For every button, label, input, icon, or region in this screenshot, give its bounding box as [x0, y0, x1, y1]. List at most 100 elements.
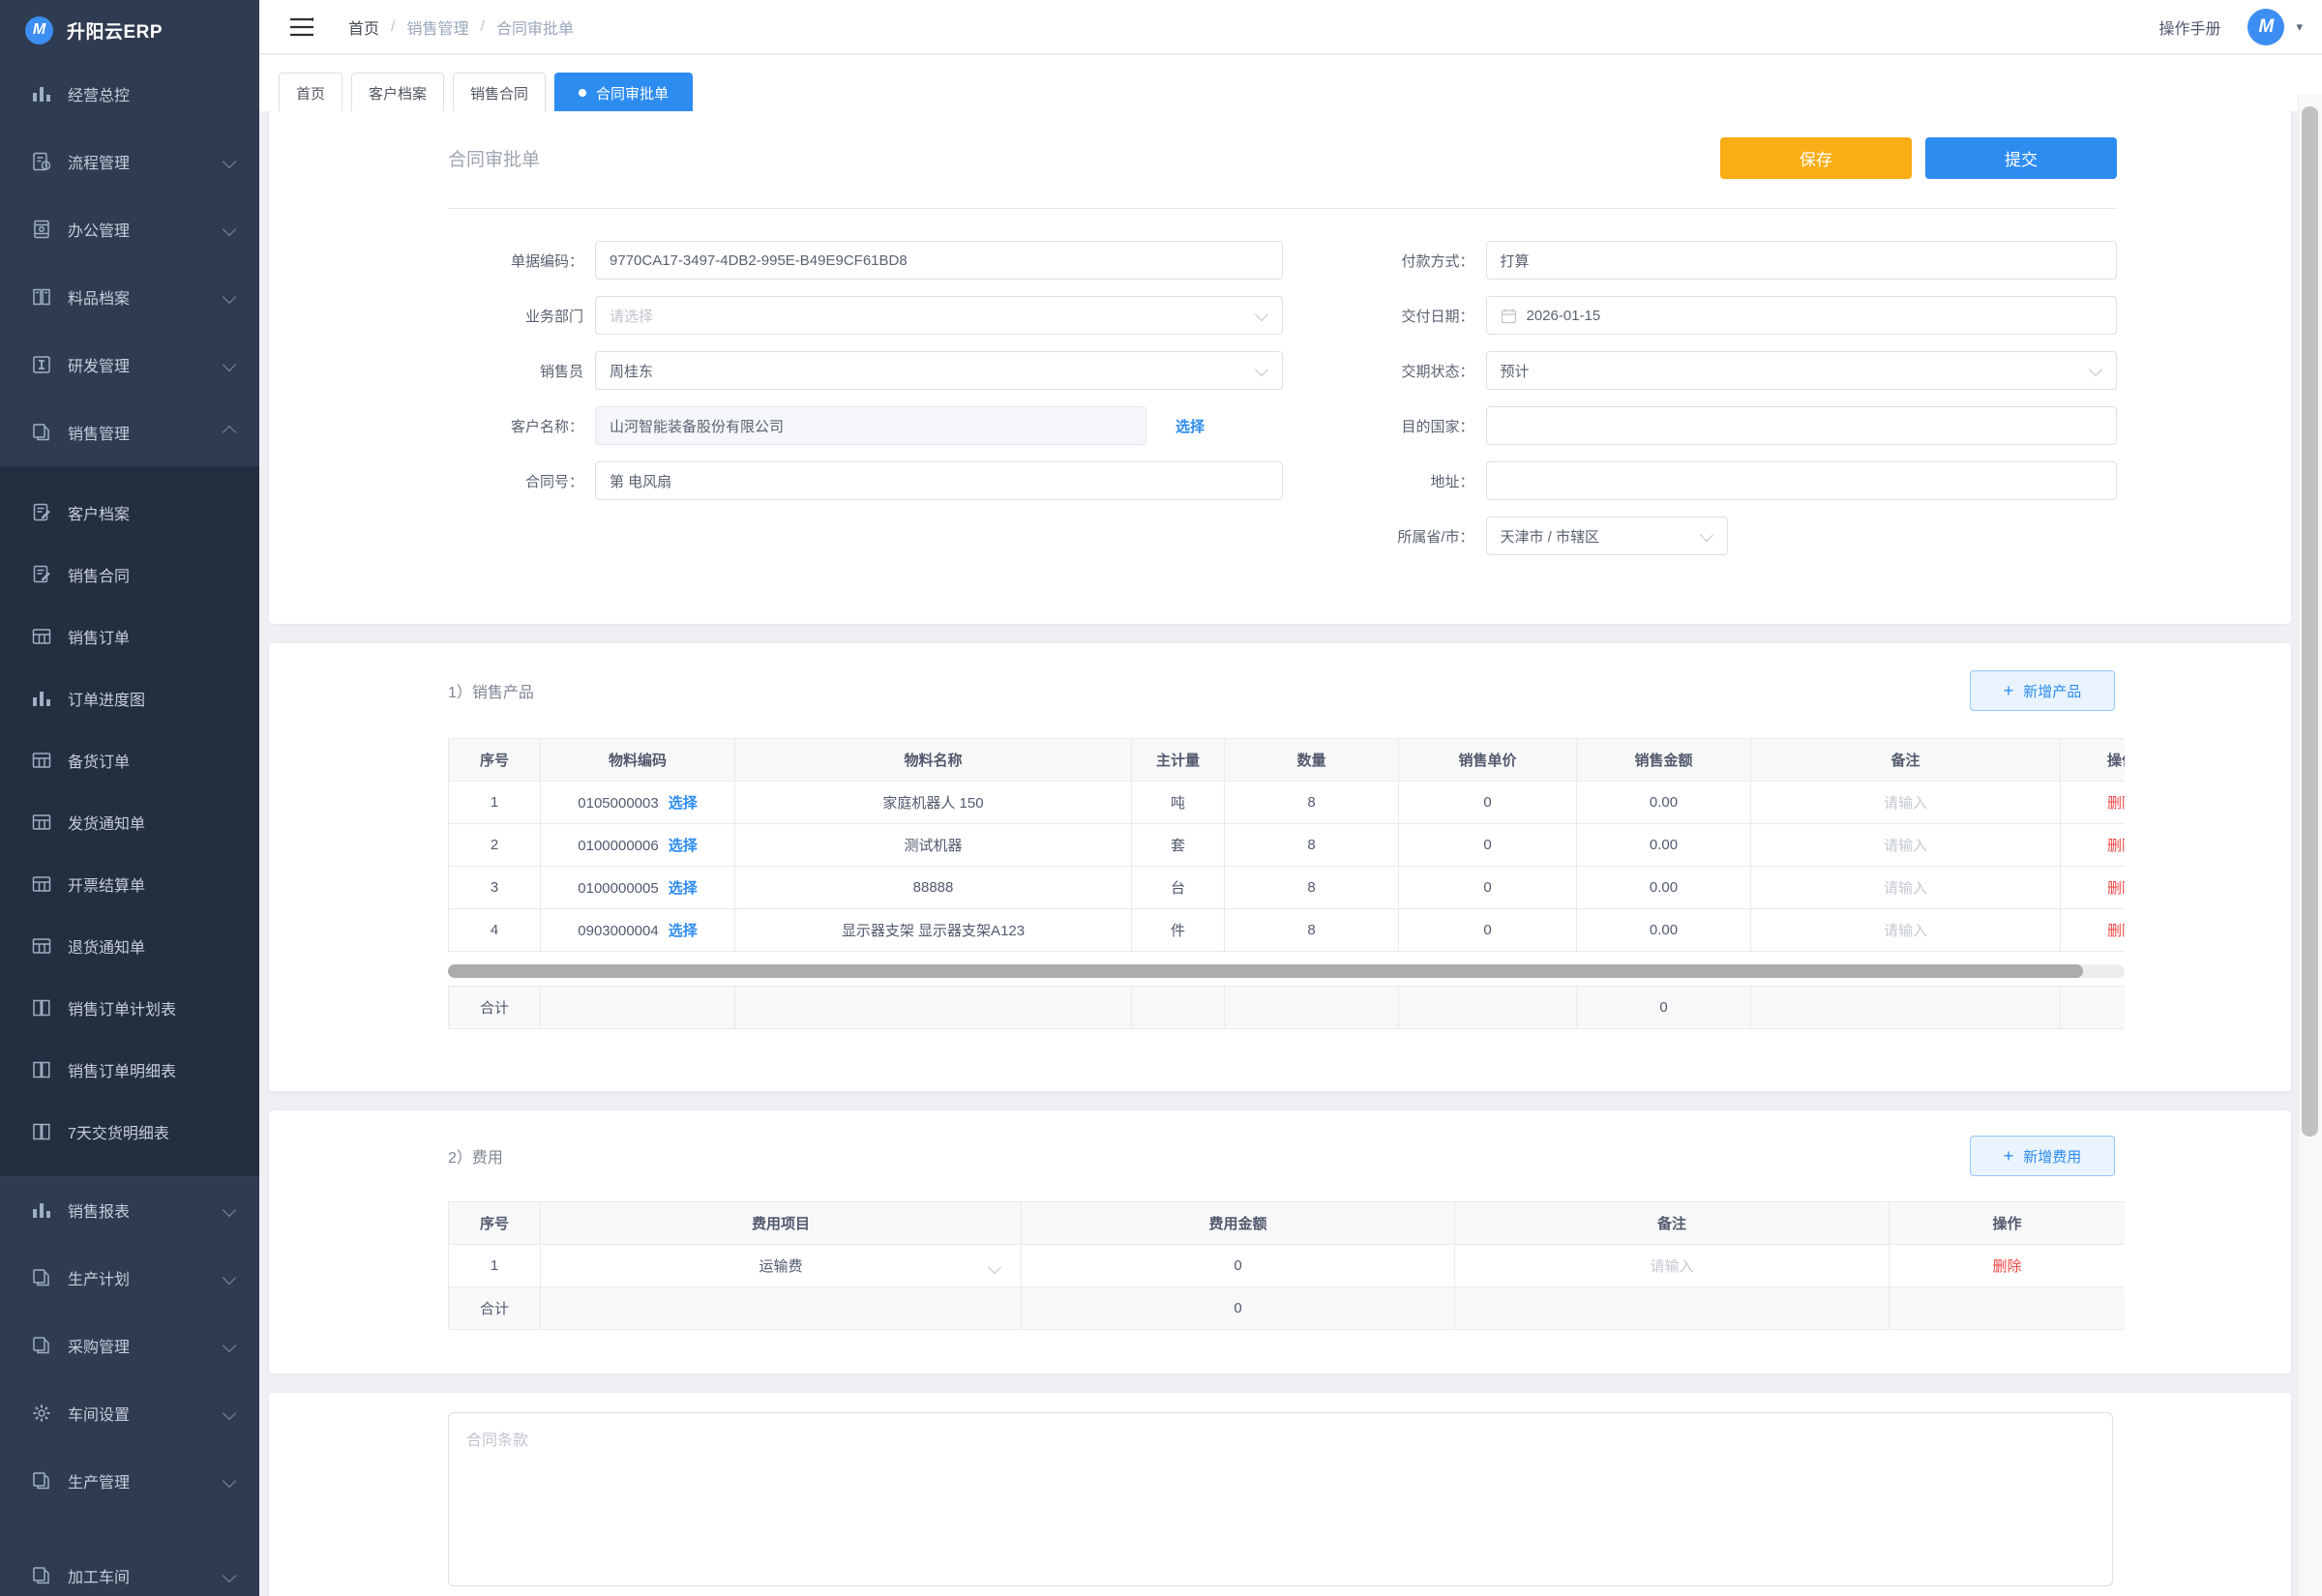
- sidebar-item-stock-order[interactable]: 备货订单: [0, 729, 259, 791]
- sidebar-item-sales-contract[interactable]: 销售合同: [0, 544, 259, 606]
- sidebar-item-workshop-settings[interactable]: 车间设置: [0, 1379, 259, 1447]
- breadcrumb-item[interactable]: 销售管理: [406, 15, 468, 39]
- sidebar-item-office-mgmt[interactable]: 办公管理: [0, 195, 259, 263]
- contract-no-input[interactable]: 第 电风扇: [595, 461, 1283, 500]
- page-tab[interactable]: 首页: [279, 73, 342, 111]
- salesperson-select[interactable]: 周桂东: [595, 351, 1283, 390]
- vertical-scrollbar-thumb[interactable]: [2302, 106, 2318, 1137]
- main-content: 合同审批单 保存 提交 单据编码：9770CA17-3497-4DB2-995E…: [259, 94, 2322, 1596]
- quantity-cell[interactable]: 8: [1225, 782, 1399, 824]
- unit-price-cell[interactable]: 0: [1399, 782, 1577, 824]
- delete-row-link[interactable]: 删除: [2107, 795, 2125, 812]
- remark-cell[interactable]: 请输入: [1751, 824, 2061, 867]
- flow-icon: [31, 151, 52, 172]
- sidebar-item-return-notice[interactable]: 退货通知单: [0, 915, 259, 977]
- calendar-icon: [1501, 308, 1517, 324]
- quantity-cell[interactable]: 8: [1225, 909, 1399, 952]
- sidebar-item-dashboard[interactable]: 经营总控: [0, 60, 259, 128]
- gear-icon: [31, 1403, 52, 1424]
- remark-cell[interactable]: 请输入: [1751, 867, 2061, 909]
- collapse-menu-icon[interactable]: [288, 15, 315, 39]
- save-button[interactable]: 保存: [1720, 137, 1912, 179]
- destination-country-input[interactable]: [1486, 406, 2118, 445]
- sidebar-item-label: 退货通知单: [68, 934, 145, 958]
- sidebar-item-material-files[interactable]: 料品档案: [0, 263, 259, 331]
- delivery-date-input[interactable]: 2026-01-15: [1486, 296, 2118, 335]
- page-tab[interactable]: 销售合同: [453, 73, 546, 111]
- sidebar-item-production-mgmt[interactable]: 生产管理: [0, 1447, 259, 1515]
- logo-icon: M: [25, 16, 53, 44]
- row-index-cell: 2: [449, 824, 541, 867]
- page-tab-label: 合同审批单: [596, 83, 669, 103]
- chevron-down-icon: [2089, 363, 2102, 376]
- delete-row-link[interactable]: 删除: [2107, 838, 2125, 854]
- remark-cell[interactable]: 请输入: [1751, 909, 2061, 952]
- delete-row-link[interactable]: 删除: [2107, 880, 2125, 897]
- remark-cell[interactable]: 请输入: [1455, 1245, 1890, 1287]
- sidebar-item-purchase-mgmt[interactable]: 采购管理: [0, 1312, 259, 1379]
- sidebar-item-order-progress[interactable]: 订单进度图: [0, 667, 259, 729]
- sidebar-item-processing-workshop[interactable]: 加工车间: [0, 1542, 259, 1596]
- action-cell: 删除: [2061, 909, 2126, 952]
- select-material-link[interactable]: 选择: [669, 880, 698, 897]
- customer-name-select-link[interactable]: 选择: [1176, 416, 1205, 436]
- quantity-cell[interactable]: 8: [1225, 824, 1399, 867]
- delivery-status-select[interactable]: 预计: [1486, 351, 2118, 390]
- unit-price-cell[interactable]: 0: [1399, 909, 1577, 952]
- business-dept-select[interactable]: 请选择: [595, 296, 1283, 335]
- select-material-link[interactable]: 选择: [669, 923, 698, 939]
- sidebar-item-label: 车间设置: [68, 1402, 130, 1425]
- sidebar-item-shipping-notice[interactable]: 发货通知单: [0, 791, 259, 853]
- fee-item-select[interactable]: 运输费: [541, 1245, 1022, 1287]
- unit-price-cell[interactable]: 0: [1399, 824, 1577, 867]
- add-fee-button[interactable]: + 新增费用: [1970, 1136, 2115, 1176]
- select-material-link[interactable]: 选择: [669, 838, 698, 854]
- province-city-row: 所属省/市：天津市 / 市辖区: [1283, 517, 2118, 555]
- horizontal-scrollbar-thumb[interactable]: [448, 964, 2083, 978]
- sidebar-item-sales-mgmt[interactable]: 销售管理: [0, 399, 259, 466]
- sidebar-item-sales-order[interactable]: 销售订单: [0, 606, 259, 667]
- quantity-cell[interactable]: 8: [1225, 867, 1399, 909]
- sidebar-item-process-mgmt[interactable]: 流程管理: [0, 128, 259, 195]
- sidebar-item-delivery-7day-detail[interactable]: 7天交货明细表: [0, 1101, 259, 1163]
- sidebar-item-production-plan[interactable]: 生产计划: [0, 1244, 259, 1312]
- add-fee-label: 新增费用: [2023, 1146, 2081, 1167]
- unit-price-cell[interactable]: 0: [1399, 867, 1577, 909]
- chevron-down-icon: [1254, 308, 1267, 321]
- document-code-input[interactable]: 9770CA17-3497-4DB2-995E-B49E9CF61BD8: [595, 241, 1283, 280]
- payment-method-input[interactable]: 打算: [1486, 241, 2118, 280]
- sidebar-item-sales-report[interactable]: 销售报表: [0, 1176, 259, 1244]
- submit-button[interactable]: 提交: [1925, 137, 2117, 179]
- sidebar-item-label: 经营总控: [68, 82, 130, 105]
- delete-row-link[interactable]: 删除: [1992, 1258, 2021, 1275]
- page-tab[interactable]: 客户档案: [351, 73, 444, 111]
- contract-approval-panel: 合同审批单 保存 提交 单据编码：9770CA17-3497-4DB2-995E…: [269, 108, 2291, 624]
- user-menu-caret-icon[interactable]: ▾: [2296, 19, 2303, 35]
- header-right: 操作手册 M ▾: [2158, 9, 2303, 45]
- contract-terms-textarea[interactable]: [448, 1412, 2113, 1586]
- sidebar-item-sales-order-detail[interactable]: 销售订单明细表: [0, 1039, 259, 1101]
- material-code-cell: 0903000004选择: [541, 909, 735, 952]
- sidebar-item-label: 料品档案: [68, 285, 130, 309]
- destination-country-row: 目的国家：: [1283, 406, 2118, 445]
- sidebar-item-invoice-settlement[interactable]: 开票结算单: [0, 853, 259, 915]
- form-right-column: 付款方式：打算交付日期：2026-01-15交期状态：预计目的国家：地址：所属省…: [1283, 241, 2118, 572]
- page-tab[interactable]: 合同审批单: [554, 73, 693, 111]
- user-avatar[interactable]: M: [2248, 9, 2284, 45]
- province-city-select[interactable]: 天津市 / 市辖区: [1486, 517, 1728, 555]
- remark-cell[interactable]: 请输入: [1751, 782, 2061, 824]
- add-product-button[interactable]: + 新增产品: [1970, 670, 2115, 711]
- app-logo: M 升阳云ERP: [0, 0, 259, 60]
- breadcrumb-item[interactable]: 首页: [348, 15, 379, 39]
- breadcrumb-item[interactable]: 合同审批单: [496, 15, 574, 39]
- sidebar-item-customer-files[interactable]: 客户档案: [0, 482, 259, 544]
- table-icon: [31, 750, 52, 771]
- operation-manual-link[interactable]: 操作手册: [2158, 15, 2220, 39]
- fee-amount-cell[interactable]: 0: [1022, 1245, 1455, 1287]
- delete-row-link[interactable]: 删除: [2107, 923, 2125, 939]
- sidebar-item-rd-mgmt[interactable]: 研发管理: [0, 331, 259, 399]
- breadcrumb: 首页/销售管理/合同审批单: [348, 15, 574, 39]
- sidebar-item-sales-order-plan[interactable]: 销售订单计划表: [0, 977, 259, 1039]
- address-input[interactable]: [1486, 461, 2118, 500]
- select-material-link[interactable]: 选择: [669, 795, 698, 812]
